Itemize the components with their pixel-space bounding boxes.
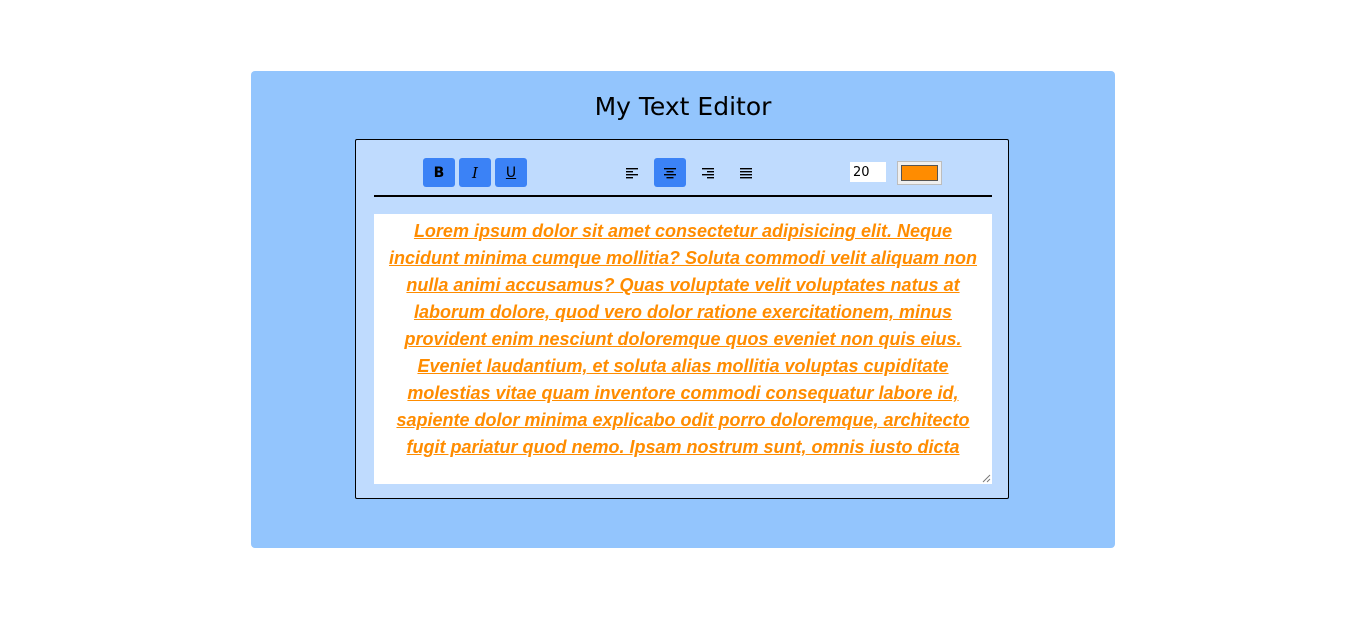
bold-button[interactable]: B <box>423 158 455 187</box>
align-left-icon <box>626 167 638 178</box>
bold-icon: B <box>433 164 445 181</box>
text-editor: B I U 20 Lorem ipsum dolor sit amet cons… <box>355 139 1009 499</box>
justify-button[interactable] <box>730 158 762 187</box>
underline-button[interactable]: U <box>495 158 527 187</box>
align-center-icon <box>664 167 676 178</box>
align-left-button[interactable] <box>616 158 648 187</box>
italic-icon: I <box>472 163 478 182</box>
editor-card: My Text Editor B I U 20 Lorem ipsum dolo… <box>251 71 1115 548</box>
align-center-button[interactable] <box>654 158 686 187</box>
color-preview <box>901 165 938 181</box>
italic-button[interactable]: I <box>459 158 491 187</box>
toolbar: B I U <box>374 140 992 197</box>
underline-icon: U <box>505 164 517 181</box>
align-justify-icon <box>740 167 752 178</box>
font-size-input[interactable] <box>850 162 886 182</box>
resize-handle-icon[interactable] <box>982 474 991 483</box>
align-right-button[interactable] <box>692 158 724 187</box>
text-color-picker[interactable] <box>897 161 942 185</box>
page-title: My Text Editor <box>594 92 772 121</box>
align-right-icon <box>702 167 714 178</box>
text-area[interactable]: Lorem ipsum dolor sit amet consectetur a… <box>374 214 992 484</box>
editor-content: Lorem ipsum dolor sit amet consectetur a… <box>388 221 978 457</box>
